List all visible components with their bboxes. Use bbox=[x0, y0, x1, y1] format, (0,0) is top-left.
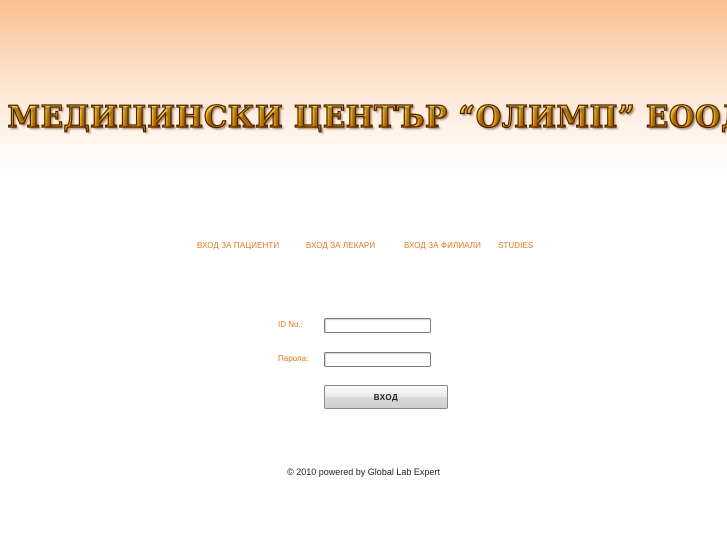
id-field[interactable] bbox=[324, 318, 431, 333]
main-nav: ВХОД ЗА ПАЦИЕНТИ ВХОД ЗА ЛЕКАРИ ВХОД ЗА … bbox=[0, 241, 727, 255]
footer: © 2010 powered by Global Lab Expert bbox=[0, 467, 727, 477]
login-button[interactable]: ВХОД bbox=[324, 385, 448, 409]
nav-link-branches[interactable]: ВХОД ЗА ФИЛИАЛИ bbox=[404, 241, 481, 250]
site-title: МЕДИЦИНСКИ ЦЕНТЪР “ОЛИМП” ЕООД bbox=[7, 96, 727, 140]
password-field[interactable] bbox=[324, 352, 431, 367]
footer-credit: © 2010 powered by Global Lab Expert bbox=[287, 467, 440, 477]
id-label: ID No.: bbox=[278, 320, 303, 329]
page: МЕДИЦИНСКИ ЦЕНТЪР “ОЛИМП” ЕООД ВХОД ЗА П… bbox=[0, 0, 727, 545]
header-banner: МЕДИЦИНСКИ ЦЕНТЪР “ОЛИМП” ЕООД bbox=[0, 96, 727, 144]
nav-link-patients[interactable]: ВХОД ЗА ПАЦИЕНТИ bbox=[197, 241, 279, 250]
nav-link-doctors[interactable]: ВХОД ЗА ЛЕКАРИ bbox=[306, 241, 375, 250]
nav-link-studies[interactable]: STUDIES bbox=[498, 241, 533, 250]
password-label: Парола: bbox=[278, 354, 309, 363]
